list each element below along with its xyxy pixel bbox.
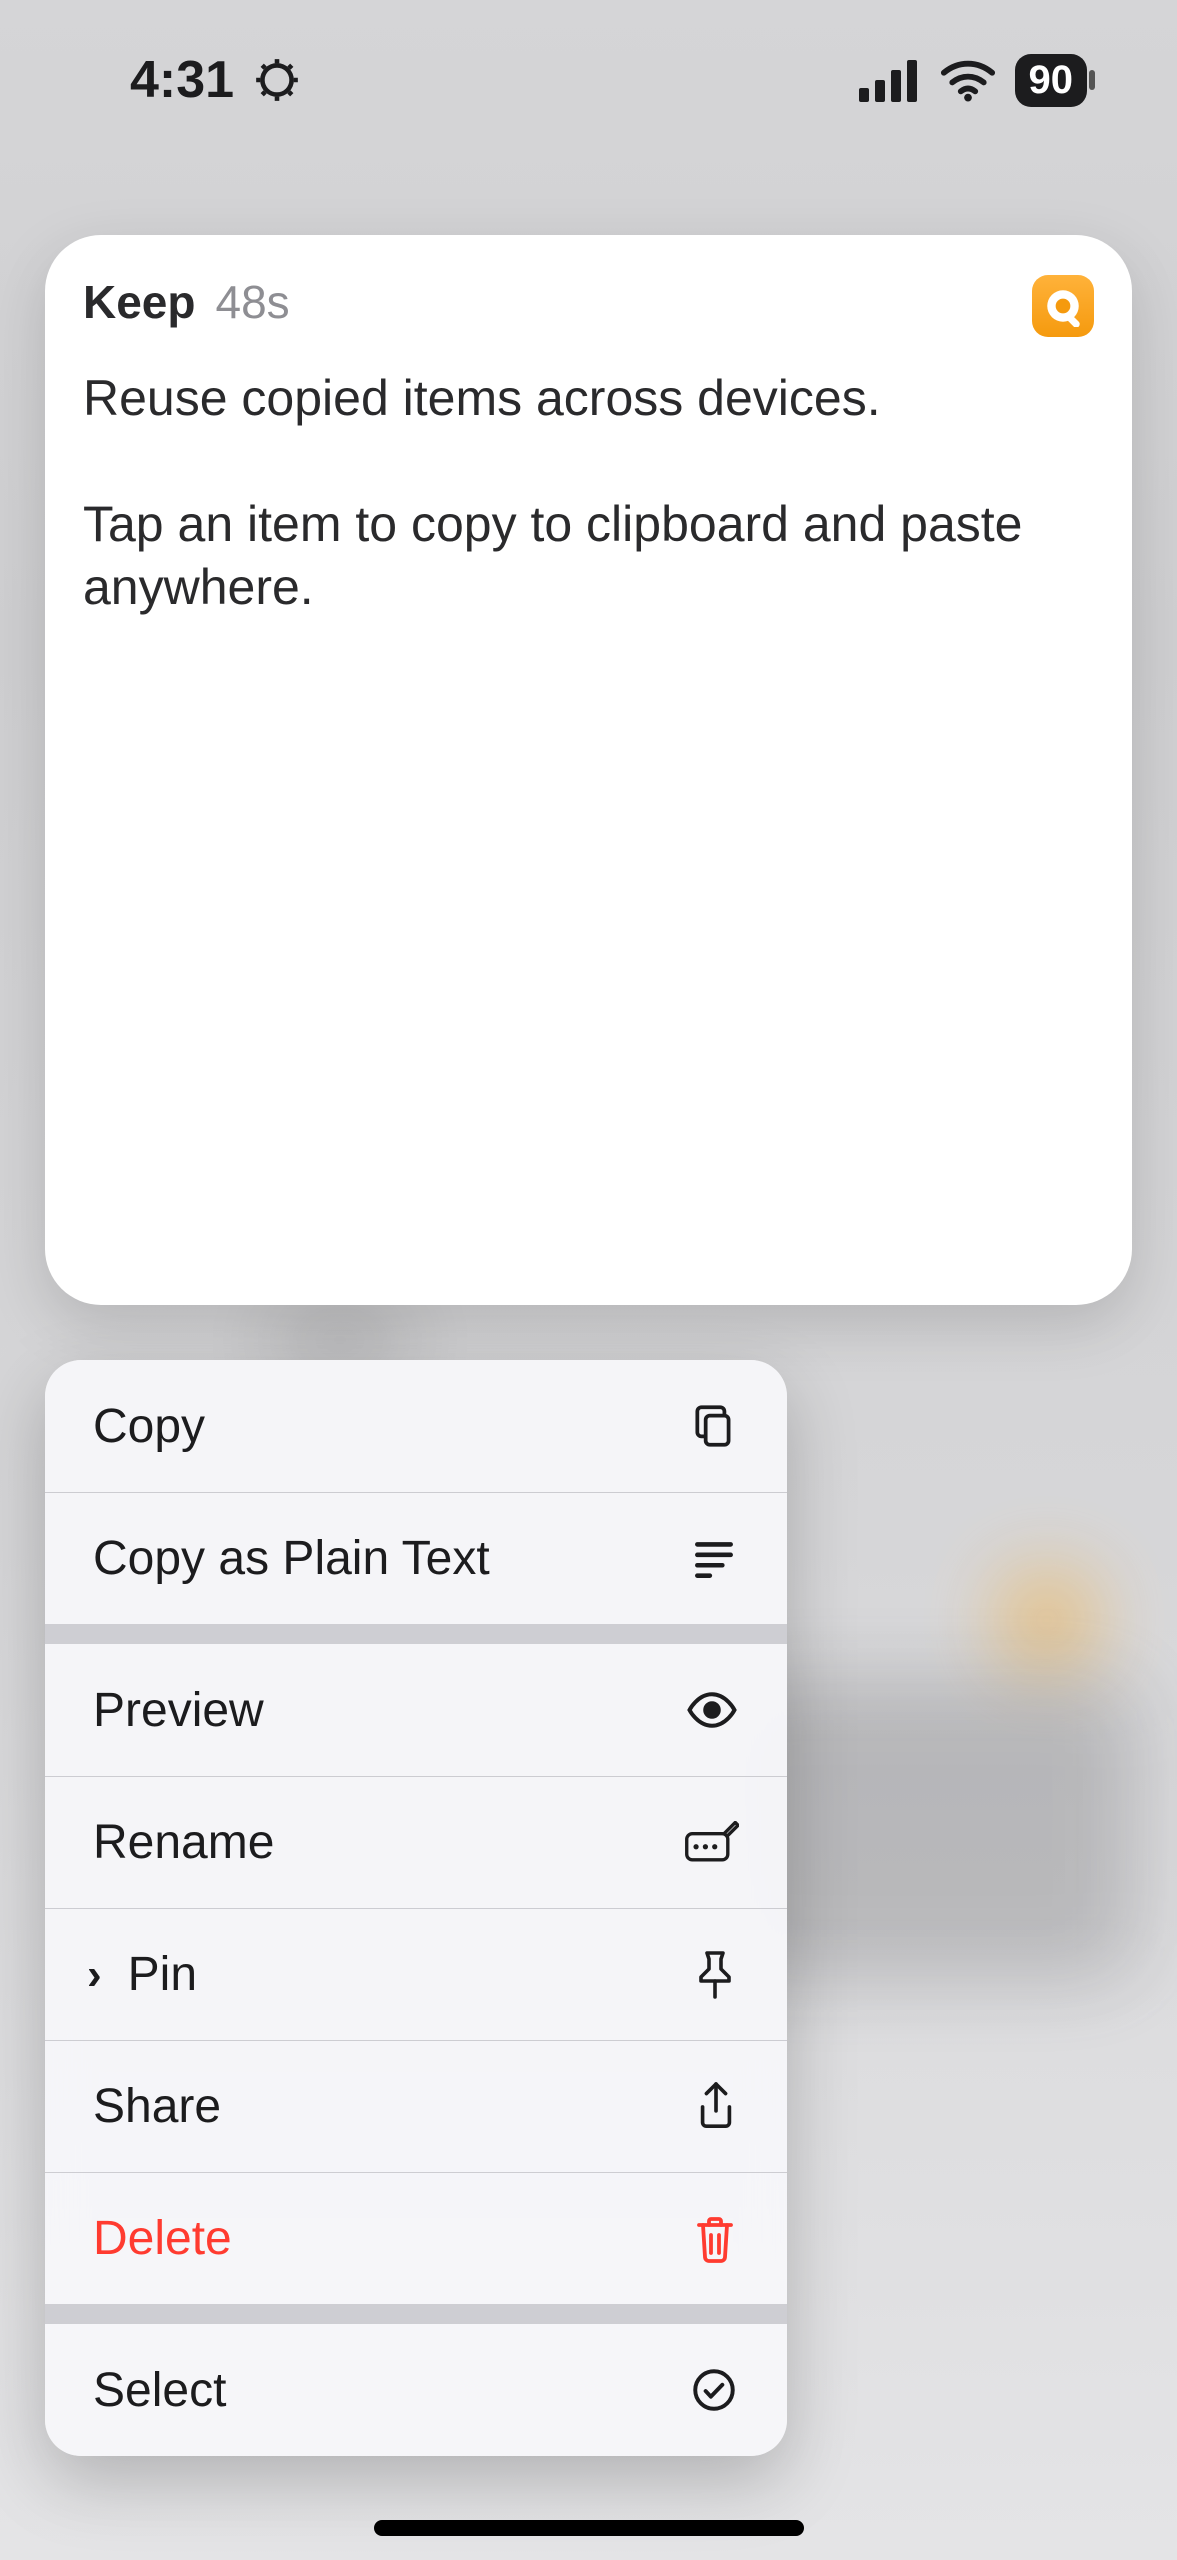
menu-rename[interactable]: Rename <box>45 1776 787 1908</box>
menu-pin-label: Pin <box>128 1947 197 2002</box>
card-age: 48s <box>215 275 289 329</box>
card-source-app: Keep <box>83 275 195 329</box>
status-bar: 4:31 90 <box>0 0 1177 160</box>
text-lines-icon <box>689 1534 739 1584</box>
clock-time: 4:31 <box>130 50 234 110</box>
menu-delete-label: Delete <box>93 2211 232 2266</box>
status-left: 4:31 <box>130 50 302 110</box>
menu-separator <box>45 2304 787 2324</box>
menu-preview-label: Preview <box>93 1683 264 1738</box>
battery-badge: 90 <box>1015 54 1088 107</box>
eye-icon <box>685 1683 739 1737</box>
menu-select-label: Select <box>93 2363 226 2418</box>
wifi-icon <box>939 58 997 102</box>
context-menu: Copy Copy as Plain Text Preview <box>45 1360 787 2456</box>
menu-copy-label: Copy <box>93 1399 205 1454</box>
menu-delete[interactable]: Delete <box>45 2172 787 2304</box>
pin-icon <box>691 1949 739 2001</box>
trash-icon <box>691 2213 739 2265</box>
copy-icon <box>689 1401 739 1451</box>
menu-share[interactable]: Share <box>45 2040 787 2172</box>
menu-share-label: Share <box>93 2079 221 2134</box>
chevron-right-icon: › <box>87 1950 102 2000</box>
cellular-icon <box>859 58 921 102</box>
card-body: Reuse copied items across devices. Tap a… <box>83 367 1094 619</box>
menu-copy-plain-label: Copy as Plain Text <box>93 1531 490 1586</box>
menu-rename-label: Rename <box>93 1815 274 1870</box>
menu-copy[interactable]: Copy <box>45 1360 787 1492</box>
app-icon <box>1032 275 1094 337</box>
menu-select[interactable]: Select <box>45 2324 787 2456</box>
menu-preview[interactable]: Preview <box>45 1644 787 1776</box>
home-indicator[interactable] <box>374 2520 804 2536</box>
menu-separator <box>45 1624 787 1644</box>
share-icon <box>693 2080 739 2134</box>
preview-card[interactable]: Keep 48s Reuse copied items across devic… <box>45 235 1132 1305</box>
status-right: 90 <box>859 54 1088 107</box>
rename-icon <box>683 1821 739 1865</box>
menu-copy-plain[interactable]: Copy as Plain Text <box>45 1492 787 1624</box>
menu-pin[interactable]: › Pin <box>45 1908 787 2040</box>
check-circle-icon <box>689 2365 739 2415</box>
alarm-icon <box>252 55 302 105</box>
card-header: Keep 48s <box>83 275 1094 337</box>
battery-level: 90 <box>1029 58 1074 103</box>
